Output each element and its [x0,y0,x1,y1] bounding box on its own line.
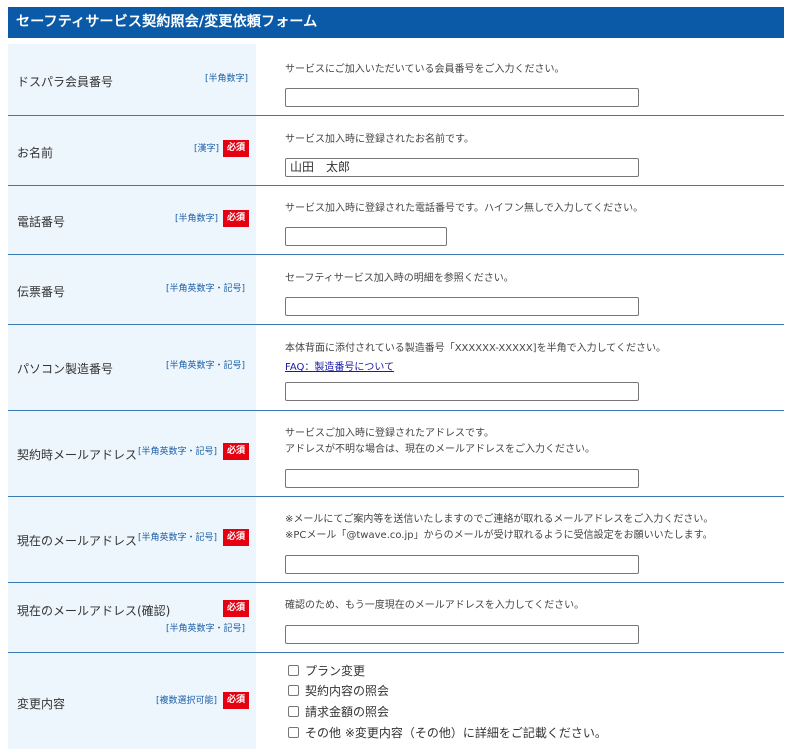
label-cell: 変更内容 [複数選択可能] 必須 [8,653,256,749]
required-badge: 必須 [223,443,249,460]
row-change-content: 変更内容 [複数選択可能] 必須 プラン変更 契約内容の照会 請求金額の照会 そ… [8,653,784,749]
option-billing-inquiry[interactable]: 請求金額の照会 [288,702,389,721]
checkbox[interactable] [288,665,299,676]
name-input[interactable]: 山田 太郎 [285,158,639,177]
contract-email-description-2: アドレスが不明な場合は、現在のメールアドレスをご入力ください。 [285,444,595,455]
serial-number-format-tag: [半角英数字・記号] [166,361,246,371]
current-email-input[interactable] [285,555,639,574]
current-email-description-1: ※メールにてご案内等を送信いたしますのでご連絡が取れるメールアドレスをご入力くだ… [285,514,714,525]
label-cell: お名前 [漢字] 必須 [8,116,256,185]
option-label: プラン変更 [305,664,366,678]
option-label: 契約内容の照会 [305,684,390,698]
contract-email-description-1: サービスご加入時に登録されたアドレスです。 [285,428,494,439]
row-name: お名前 [漢字] 必須 サービス加入時に登録されたお名前です。 山田 太郎 [8,116,784,186]
content-cell: サービスにご加入いただいている会員番号をご入力ください。 [256,44,784,115]
contract-email-input[interactable] [285,469,639,488]
row-confirm-email: 現在のメールアドレス(確認) 必須 [半角英数字・記号] 確認のため、もう一度現… [8,583,784,653]
required-badge: 必須 [223,692,249,709]
label-cell: 現在のメールアドレス [半角英数字・記号] 必須 [8,497,256,582]
row-phone: 電話番号 [半角数字] 必須 サービス加入時に登録された電話番号です。ハイフン無… [8,186,784,255]
option-other[interactable]: その他 ※変更内容（その他）に詳細をご記載ください。 [288,723,607,742]
checkbox[interactable] [288,706,299,717]
phone-label: 電話番号 [17,215,66,229]
member-number-input[interactable] [285,88,639,107]
confirm-email-input[interactable] [285,625,639,644]
required-badge: 必須 [223,210,249,227]
name-description: サービス加入時に登録されたお名前です。 [285,134,474,145]
contract-email-format-tag: [半角英数字・記号] [138,447,218,457]
checkbox[interactable] [288,685,299,696]
phone-description: サービス加入時に登録された電話番号です。ハイフン無しで入力してください。 [285,203,644,214]
name-label: お名前 [17,146,54,160]
label-cell: 契約時メールアドレス [半角英数字・記号] 必須 [8,411,256,496]
current-email-description-2: ※PCメール「@twave.co.jp」からのメールが受け取れるように受信設定を… [285,530,713,541]
content-cell: ※メールにてご案内等を送信いたしますのでご連絡が取れるメールアドレスをご入力くだ… [256,497,784,582]
current-email-label: 現在のメールアドレス [17,534,138,548]
checkbox[interactable] [288,727,299,738]
confirm-email-format-tag: [半角英数字・記号] [166,624,246,634]
phone-format-tag: [半角数字] [175,214,219,224]
slip-number-input[interactable] [285,297,639,316]
change-content-format-tag: [複数選択可能] [156,696,218,706]
content-cell: プラン変更 契約内容の照会 請求金額の照会 その他 ※変更内容（その他）に詳細を… [256,653,784,749]
row-slip-number: 伝票番号 [半角英数字・記号] セーフティサービス加入時の明細を参照ください。 [8,255,784,325]
required-badge: 必須 [223,600,249,617]
name-format-tag: [漢字] [194,144,220,154]
row-current-email: 現在のメールアドレス [半角英数字・記号] 必須 ※メールにてご案内等を送信いた… [8,497,784,583]
content-cell: 確認のため、もう一度現在のメールアドレスを入力してください。 [256,583,784,652]
content-cell: サービスご加入時に登録されたアドレスです。 アドレスが不明な場合は、現在のメール… [256,411,784,496]
content-cell: サービス加入時に登録されたお名前です。 山田 太郎 [256,116,784,185]
member-number-format-tag: [半角数字] [205,74,249,84]
confirm-email-description: 確認のため、もう一度現在のメールアドレスを入力してください。 [285,600,585,611]
option-contract-inquiry[interactable]: 契約内容の照会 [288,681,389,700]
content-cell: 本体背面に添付されている製造番号「XXXXXX-XXXXX]を半角で入力してくだ… [256,325,784,410]
phone-input[interactable] [285,227,447,246]
contract-email-label: 契約時メールアドレス [17,448,138,462]
row-member-number: ドスパラ会員番号 [半角数字] サービスにご加入いただいている会員番号をご入力く… [8,44,784,116]
slip-number-description: セーフティサービス加入時の明細を参照ください。 [285,273,514,284]
label-cell: パソコン製造番号 [半角英数字・記号] [8,325,256,410]
serial-number-description: 本体背面に添付されている製造番号「XXXXXX-XXXXX]を半角で入力してくだ… [285,343,666,354]
faq-serial-number-link[interactable]: FAQ：製造番号について [285,358,394,373]
slip-number-label: 伝票番号 [17,285,66,299]
option-plan-change[interactable]: プラン変更 [288,661,365,680]
label-cell: 電話番号 [半角数字] 必須 [8,186,256,254]
serial-number-input[interactable] [285,382,639,401]
required-badge: 必須 [223,140,249,157]
change-content-label: 変更内容 [17,697,66,711]
option-label: その他 ※変更内容（その他）に詳細をご記載ください。 [305,726,607,740]
label-cell: ドスパラ会員番号 [半角数字] [8,44,256,115]
current-email-format-tag: [半角英数字・記号] [138,533,218,543]
form-title: セーフティサービス契約照会/変更依頼フォーム [8,7,784,38]
option-label: 請求金額の照会 [305,705,390,719]
row-contract-email: 契約時メールアドレス [半角英数字・記号] 必須 サービスご加入時に登録されたア… [8,411,784,497]
row-serial-number: パソコン製造番号 [半角英数字・記号] 本体背面に添付されている製造番号「XXX… [8,325,784,411]
slip-number-format-tag: [半角英数字・記号] [166,284,246,294]
label-cell: 現在のメールアドレス(確認) 必須 [半角英数字・記号] [8,583,256,652]
member-number-description: サービスにご加入いただいている会員番号をご入力ください。 [285,64,565,75]
required-badge: 必須 [223,529,249,546]
label-cell: 伝票番号 [半角英数字・記号] [8,255,256,324]
content-cell: サービス加入時に登録された電話番号です。ハイフン無しで入力してください。 [256,186,784,254]
content-cell: セーフティサービス加入時の明細を参照ください。 [256,255,784,324]
confirm-email-label: 現在のメールアドレス(確認) [17,604,171,618]
member-number-label: ドスパラ会員番号 [17,75,114,89]
serial-number-label: パソコン製造番号 [17,362,114,376]
